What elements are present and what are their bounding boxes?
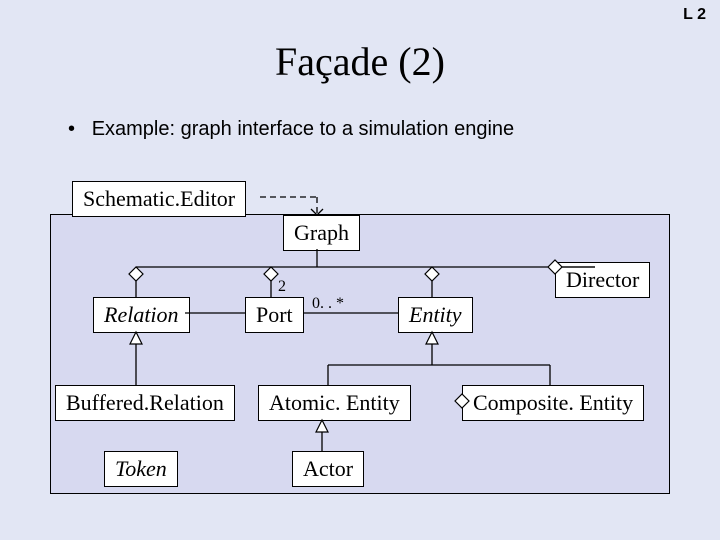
class-graph: Graph	[283, 215, 360, 251]
bullet-text: Example: graph interface to a simulation…	[92, 118, 514, 140]
class-atomic-entity: Atomic. Entity	[258, 385, 411, 421]
class-entity: Entity	[398, 297, 473, 333]
bullet-line: • Example: graph interface to a simulati…	[68, 118, 514, 141]
class-token: Token	[104, 451, 178, 487]
slide-title: Façade (2)	[0, 38, 720, 85]
multiplicity-0-star: 0. . *	[312, 295, 344, 313]
class-actor: Actor	[292, 451, 364, 487]
class-director: Director	[555, 262, 650, 298]
bullet-marker: •	[68, 118, 75, 140]
dependency-editor-graph	[260, 197, 323, 215]
slide-number: L 2	[683, 6, 706, 24]
class-port: Port	[245, 297, 304, 333]
class-schematic-editor: Schematic.Editor	[72, 181, 246, 217]
class-relation: Relation	[93, 297, 190, 333]
class-composite-entity: Composite. Entity	[462, 385, 644, 421]
class-buffered-relation: Buffered.Relation	[55, 385, 235, 421]
multiplicity-2: 2	[278, 278, 286, 296]
